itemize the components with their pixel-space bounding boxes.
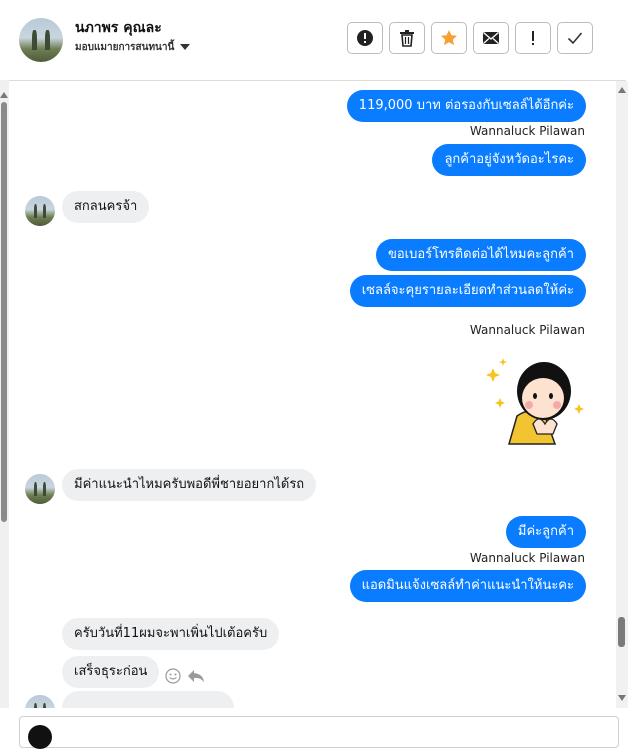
report-button[interactable] (347, 22, 383, 54)
spam-button[interactable] (515, 22, 551, 54)
emoji-reaction-icon[interactable] (165, 668, 181, 684)
incoming-message[interactable]: มีค่าแนะนำไหมครับพอดีพี่ชายอยากได้รถ (62, 469, 317, 501)
sender-name: Wannaluck Pilawan (469, 124, 585, 138)
incoming-message-partial[interactable] (62, 691, 234, 708)
contact-avatar[interactable] (25, 474, 55, 504)
assign-conversation-dropdown[interactable]: มอบแมายการสนทนานี้ (75, 40, 191, 55)
left-scrollbar[interactable] (0, 80, 9, 708)
star-button[interactable] (431, 22, 467, 54)
right-scroll-thumb[interactable] (618, 617, 625, 647)
contact-avatar[interactable] (25, 196, 55, 226)
outgoing-message[interactable]: เซลล์จะคุยรายละเอียดทำส่วนลดให้ค่ะ (349, 275, 586, 307)
envelope-icon (483, 31, 499, 44)
alert-circle-icon (357, 30, 373, 46)
outgoing-message[interactable]: 119,000 บาท ต่อรองกับเซลล์ได้อีกค่ะ (346, 90, 586, 122)
assign-label: มอบแมายการสนทนานี้ (75, 42, 175, 53)
caret-down-icon (180, 44, 191, 50)
incoming-message[interactable]: เสร็จธุระก่อน (62, 656, 160, 688)
incoming-message[interactable]: สกลนครจ้า (62, 191, 150, 223)
composer-avatar (28, 725, 52, 749)
trash-icon (400, 30, 414, 47)
scroll-up-icon[interactable] (618, 87, 626, 93)
reply-composer[interactable] (19, 716, 619, 749)
contact-name[interactable]: นภาพร คุณละ (75, 17, 162, 39)
delete-button[interactable] (389, 22, 425, 54)
reply-icon[interactable] (187, 668, 205, 684)
sender-name: Wannaluck Pilawan (469, 323, 585, 337)
outgoing-message[interactable]: ขอเบอร์โทรติดต่อได้ไหมคะลูกค้า (375, 239, 586, 271)
exclamation-icon (532, 31, 534, 45)
star-icon (441, 30, 457, 46)
outgoing-message[interactable]: ลูกค้าอยู่จังหวัดอะไรคะ (432, 144, 586, 176)
right-scrollbar[interactable] (616, 81, 628, 708)
scroll-down-icon[interactable] (618, 695, 626, 701)
contact-avatar[interactable] (25, 695, 55, 708)
sender-name: Wannaluck Pilawan (469, 551, 585, 565)
header-toolbar (347, 22, 593, 54)
check-icon (567, 32, 583, 45)
message-thread: 119,000 บาท ต่อรองกับเซลล์ได้อีกค่ะ Wann… (9, 81, 616, 708)
scroll-up-icon[interactable] (0, 92, 8, 98)
outgoing-message[interactable]: แอดมินแจ้งเซลล์ทำค่าแนะนำให้นะคะ (349, 570, 586, 602)
outgoing-message[interactable]: มีค่ะลูกค้า (505, 516, 586, 548)
incoming-message[interactable]: ครับวันที่11ผมจะพาเพิ่นไปเต้อครับ (62, 618, 280, 650)
done-button[interactable] (557, 22, 593, 54)
conversation-header: นภาพร คุณละ มอบแมายการสนทนานี้ (9, 0, 626, 81)
left-scroll-thumb[interactable] (1, 102, 7, 522)
contact-avatar[interactable] (19, 18, 63, 62)
sticker-image[interactable] (481, 346, 587, 446)
mark-unread-button[interactable] (473, 22, 509, 54)
